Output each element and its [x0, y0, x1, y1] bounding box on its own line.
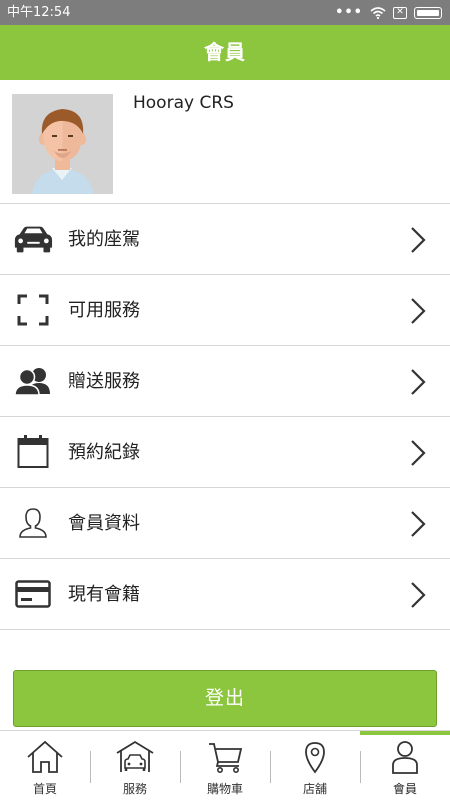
- menu-item-label: 可用服務: [68, 300, 140, 321]
- menu-item-gift-services[interactable]: 贈送服務: [0, 346, 450, 417]
- credit-card-icon: [13, 575, 53, 613]
- menu-item-label: 預約紀錄: [68, 442, 140, 463]
- menu-item-label: 贈送服務: [68, 371, 140, 392]
- chevron-right-icon: [411, 511, 426, 537]
- nav-tab-services[interactable]: 服務: [90, 731, 180, 800]
- car-icon: [13, 220, 53, 258]
- status-time: 中午12:54: [7, 5, 71, 20]
- nav-label: 會員: [392, 782, 417, 796]
- location-pin-icon: [305, 742, 325, 774]
- calendar-icon: [13, 433, 53, 471]
- battery-icon: [414, 6, 442, 19]
- chevron-right-icon: [411, 298, 426, 324]
- no-sim-icon: ✕: [393, 6, 407, 19]
- scan-frame-icon: [13, 291, 53, 329]
- status-bar: 中午12:54 ••• ✕: [0, 0, 450, 25]
- menu-item-booking-records[interactable]: 預約紀錄: [0, 417, 450, 488]
- garage-car-icon: [116, 740, 154, 772]
- avatar[interactable]: [12, 94, 113, 194]
- profile-section: Hooray CRS: [0, 80, 450, 204]
- nav-tab-member[interactable]: 會員: [360, 731, 450, 800]
- nav-label: 服務: [122, 782, 147, 796]
- member-menu: 我的座駕 可用服務 贈送服務 預約紀錄 會員資料 現有會籍: [0, 204, 450, 630]
- nav-tab-cart[interactable]: 購物車: [180, 731, 270, 800]
- menu-item-current-membership[interactable]: 現有會籍: [0, 559, 450, 630]
- more-dots-icon: •••: [335, 4, 363, 20]
- nav-tab-stores[interactable]: 店舖: [270, 731, 360, 800]
- chevron-right-icon: [411, 227, 426, 253]
- chevron-right-icon: [411, 582, 426, 608]
- nav-label: 購物車: [206, 782, 243, 796]
- menu-item-label: 會員資料: [68, 513, 140, 534]
- active-tab-indicator: [360, 731, 450, 735]
- chevron-right-icon: [411, 369, 426, 395]
- member-icon: [392, 741, 418, 774]
- logout-button[interactable]: 登出: [13, 670, 437, 727]
- bottom-nav: 首頁 服務 購物車 店舖 會員: [0, 730, 450, 800]
- nav-label: 首頁: [32, 782, 57, 796]
- nav-tab-home[interactable]: 首頁: [0, 731, 90, 800]
- home-icon: [27, 740, 63, 773]
- menu-item-label: 我的座駕: [68, 229, 140, 250]
- people-icon: [13, 362, 53, 400]
- status-icons: ••• ✕: [335, 4, 442, 21]
- menu-item-available-services[interactable]: 可用服務: [0, 275, 450, 346]
- nav-label: 店舖: [302, 782, 327, 796]
- avatar-person-icon: [12, 94, 113, 194]
- wifi-icon: [370, 6, 386, 19]
- menu-item-my-car[interactable]: 我的座駕: [0, 204, 450, 275]
- menu-item-label: 現有會籍: [68, 584, 140, 605]
- menu-item-member-profile[interactable]: 會員資料: [0, 488, 450, 559]
- cart-icon: [209, 743, 243, 773]
- person-outline-icon: [13, 504, 53, 542]
- app-screen: 中午12:54 ••• ✕ 會員 Hooray CRS 我的座駕 可用服務 贈送…: [0, 0, 450, 800]
- app-header: 會員: [0, 25, 450, 80]
- page-title: 會員: [204, 40, 246, 64]
- profile-name: Hooray CRS: [133, 93, 234, 113]
- chevron-right-icon: [411, 440, 426, 466]
